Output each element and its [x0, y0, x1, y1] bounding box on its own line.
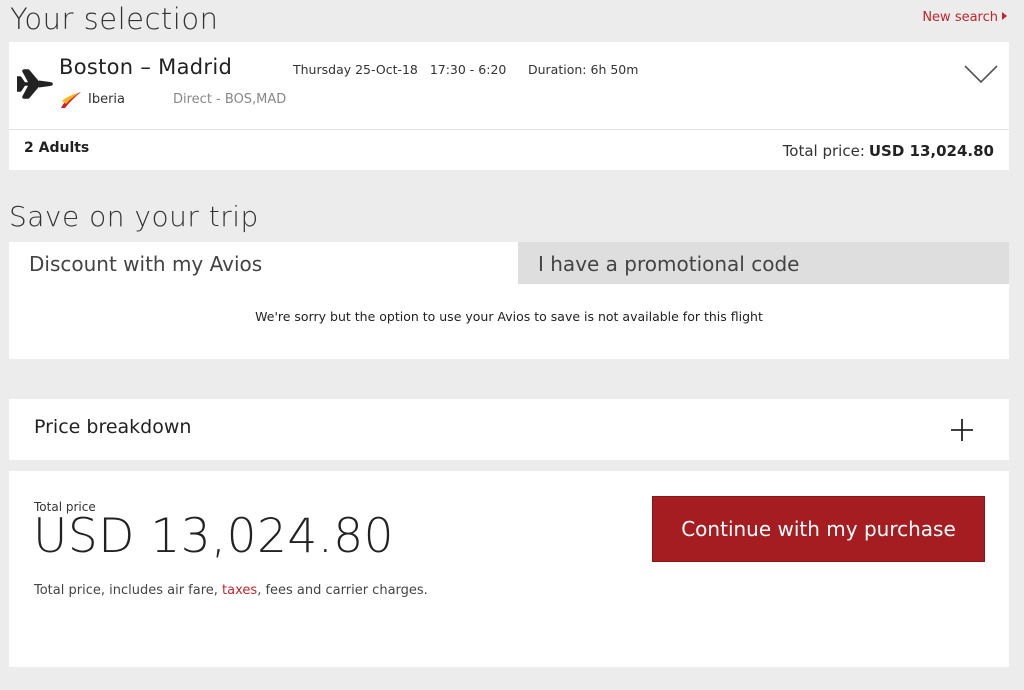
price-note: Total price, includes air fare, taxes, f…: [34, 583, 428, 598]
flight-summary: Boston – Madrid Thursday 25-Oct-18 17:30…: [9, 42, 1009, 130]
flight-duration: Duration: 6h 50m: [528, 62, 638, 77]
destination-city: Madrid: [158, 55, 233, 79]
save-section-title: Save on your trip: [9, 200, 259, 233]
total-price-large: USD 13,024.80: [33, 509, 395, 564]
chevron-down-icon[interactable]: [963, 62, 999, 86]
purchase-card: Total price USD 13,024.80 Total price, i…: [9, 471, 1009, 667]
arrow-right-icon: [1002, 12, 1007, 20]
origin-city: Boston: [59, 55, 134, 79]
airline-name: Iberia: [88, 92, 126, 107]
route-separator: –: [140, 55, 152, 79]
total-price-label: Total price:: [782, 142, 865, 160]
continue-purchase-button[interactable]: Continue with my purchase: [652, 496, 985, 562]
taxes-link[interactable]: taxes: [222, 583, 257, 598]
price-breakdown-toggle[interactable]: Price breakdown: [9, 399, 1009, 460]
flight-datetime: Thursday 25-Oct-18 17:30 - 6:20: [293, 62, 506, 77]
tab-avios-discount[interactable]: Discount with my Avios: [9, 242, 499, 284]
plus-icon[interactable]: [950, 418, 974, 442]
new-search-label: New search: [922, 10, 998, 25]
new-search-link[interactable]: New search: [922, 10, 1007, 25]
flight-route: Boston – Madrid: [59, 55, 232, 79]
flight-date: Thursday 25-Oct-18: [293, 62, 418, 77]
flight-card: Boston – Madrid Thursday 25-Oct-18 17:30…: [9, 42, 1009, 170]
duration-label: Duration:: [528, 62, 587, 77]
airplane-icon: [17, 69, 53, 99]
save-card: Discount with my Avios I have a promotio…: [9, 242, 1009, 359]
flight-times: 17:30 - 6:20: [429, 62, 507, 77]
total-price-amount: USD 13,024.80: [868, 142, 994, 160]
flight-total: Total price: USD 13,024.80: [783, 142, 994, 160]
page-title: Your selection: [10, 2, 219, 36]
price-note-suffix: , fees and carrier charges.: [257, 583, 428, 598]
iberia-logo-icon: [61, 92, 81, 108]
price-breakdown-label: Price breakdown: [34, 416, 192, 438]
passenger-count: 2 Adults: [24, 140, 90, 156]
price-note-prefix: Total price, includes air fare,: [34, 583, 223, 598]
duration-value: 6h 50m: [590, 62, 639, 77]
tab-promotional-code[interactable]: I have a promotional code: [518, 242, 1009, 284]
avios-unavailable-message: We're sorry but the option to use your A…: [255, 309, 763, 324]
flight-type: Direct - BOS,MAD: [173, 92, 287, 107]
